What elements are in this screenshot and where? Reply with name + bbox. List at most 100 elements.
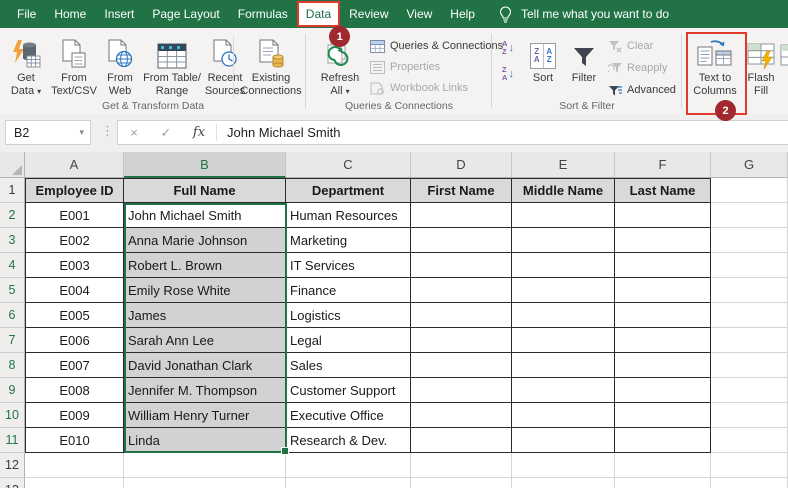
formula-content[interactable]: John Michael Smith — [227, 125, 340, 140]
cell-D10[interactable] — [411, 403, 512, 428]
cell-B8[interactable]: David Jonathan Clark — [124, 353, 286, 378]
column-header-F[interactable]: F — [615, 152, 711, 178]
cell-G11[interactable] — [711, 428, 788, 453]
cell-F13[interactable] — [615, 478, 711, 488]
cell-F8[interactable] — [615, 353, 711, 378]
cell-E4[interactable] — [512, 253, 615, 278]
cell-D1[interactable]: First Name — [411, 178, 512, 203]
cell-F4[interactable] — [615, 253, 711, 278]
row-header-2[interactable]: 2 — [0, 203, 25, 228]
cell-G3[interactable] — [711, 228, 788, 253]
cell-G4[interactable] — [711, 253, 788, 278]
tab-file[interactable]: File — [8, 0, 45, 28]
cell-B11[interactable]: Linda — [124, 428, 286, 453]
cell-D13[interactable] — [411, 478, 512, 488]
cell-A4[interactable]: E003 — [25, 253, 124, 278]
tab-data[interactable]: Data1 — [297, 1, 340, 27]
name-box-dropdown-icon[interactable]: ▾ — [79, 127, 90, 138]
cell-C7[interactable]: Legal — [286, 328, 411, 353]
cell-B3[interactable]: Anna Marie Johnson — [124, 228, 286, 253]
cell-G10[interactable] — [711, 403, 788, 428]
cell-F10[interactable] — [615, 403, 711, 428]
cell-C12[interactable] — [286, 453, 411, 478]
column-header-E[interactable]: E — [512, 152, 615, 178]
cell-E6[interactable] — [512, 303, 615, 328]
enter-icon[interactable]: ✓ — [150, 125, 182, 141]
row-header-9[interactable]: 9 — [0, 378, 25, 403]
workbook-links-button[interactable]: Workbook Links — [370, 79, 468, 97]
row-header-3[interactable]: 3 — [0, 228, 25, 253]
row-header-7[interactable]: 7 — [0, 328, 25, 353]
cell-G2[interactable] — [711, 203, 788, 228]
cell-B6[interactable]: James — [124, 303, 286, 328]
row-header-10[interactable]: 10 — [0, 403, 25, 428]
select-all-button[interactable] — [0, 152, 25, 178]
cell-G13[interactable] — [711, 478, 788, 488]
cell-G9[interactable] — [711, 378, 788, 403]
tab-insert[interactable]: Insert — [95, 0, 143, 28]
cell-B4[interactable]: Robert L. Brown — [124, 253, 286, 278]
cell-F7[interactable] — [615, 328, 711, 353]
cell-D11[interactable] — [411, 428, 512, 453]
cell-F3[interactable] — [615, 228, 711, 253]
formula-bar-handle-icon[interactable]: ⋮ — [101, 123, 114, 139]
tab-formulas[interactable]: Formulas — [229, 0, 297, 28]
cell-C6[interactable]: Logistics — [286, 303, 411, 328]
cell-E5[interactable] — [512, 278, 615, 303]
cell-B12[interactable] — [124, 453, 286, 478]
queries-connections-button[interactable]: Queries & Connections — [370, 37, 503, 55]
sort-button[interactable]: ZAAZ Sort — [524, 31, 562, 107]
cell-G7[interactable] — [711, 328, 788, 353]
cell-F1[interactable]: Last Name — [615, 178, 711, 203]
cell-D9[interactable] — [411, 378, 512, 403]
cancel-icon[interactable]: × — [118, 125, 150, 140]
cell-C2[interactable]: Human Resources — [286, 203, 411, 228]
column-header-C[interactable]: C — [286, 152, 411, 178]
text-to-columns-button[interactable]: Text to Columns — [690, 31, 740, 107]
reapply-button[interactable]: Reapply — [608, 59, 667, 77]
cell-C4[interactable]: IT Services — [286, 253, 411, 278]
cell-A6[interactable]: E005 — [25, 303, 124, 328]
cell-A8[interactable]: E007 — [25, 353, 124, 378]
cell-A2[interactable]: E001 — [25, 203, 124, 228]
cell-E11[interactable] — [512, 428, 615, 453]
cell-E7[interactable] — [512, 328, 615, 353]
row-header-11[interactable]: 11 — [0, 428, 25, 453]
cell-A9[interactable]: E008 — [25, 378, 124, 403]
column-header-B[interactable]: B — [124, 152, 286, 178]
cell-A12[interactable] — [25, 453, 124, 478]
cell-F5[interactable] — [615, 278, 711, 303]
clear-button[interactable]: Clear — [608, 37, 653, 55]
cell-C1[interactable]: Department — [286, 178, 411, 203]
cell-D5[interactable] — [411, 278, 512, 303]
cell-G8[interactable] — [711, 353, 788, 378]
cell-D2[interactable] — [411, 203, 512, 228]
cell-D3[interactable] — [411, 228, 512, 253]
sort-ascending-button[interactable]: AZ↓ — [496, 37, 520, 58]
column-header-D[interactable]: D — [411, 152, 512, 178]
cell-E12[interactable] — [512, 453, 615, 478]
cell-E3[interactable] — [512, 228, 615, 253]
cell-C3[interactable]: Marketing — [286, 228, 411, 253]
cell-D12[interactable] — [411, 453, 512, 478]
cell-C9[interactable]: Customer Support — [286, 378, 411, 403]
cell-E9[interactable] — [512, 378, 615, 403]
existing-connections-button[interactable]: Existing Connections — [238, 31, 304, 107]
insert-function-icon[interactable]: fx — [182, 125, 216, 140]
cell-F2[interactable] — [615, 203, 711, 228]
cell-B9[interactable]: Jennifer M. Thompson — [124, 378, 286, 403]
from-table-range-button[interactable]: From Table/ Range — [142, 31, 202, 107]
tab-view[interactable]: View — [398, 0, 442, 28]
cell-A10[interactable]: E009 — [25, 403, 124, 428]
cell-A13[interactable] — [25, 478, 124, 488]
cell-A5[interactable]: E004 — [25, 278, 124, 303]
cell-C13[interactable] — [286, 478, 411, 488]
cell-A11[interactable]: E010 — [25, 428, 124, 453]
cell-A3[interactable]: E002 — [25, 228, 124, 253]
row-header-5[interactable]: 5 — [0, 278, 25, 303]
cell-G12[interactable] — [711, 453, 788, 478]
cell-B10[interactable]: William Henry Turner — [124, 403, 286, 428]
row-header-1[interactable]: 1 — [0, 178, 25, 203]
cell-B1[interactable]: Full Name — [124, 178, 286, 203]
cell-G6[interactable] — [711, 303, 788, 328]
